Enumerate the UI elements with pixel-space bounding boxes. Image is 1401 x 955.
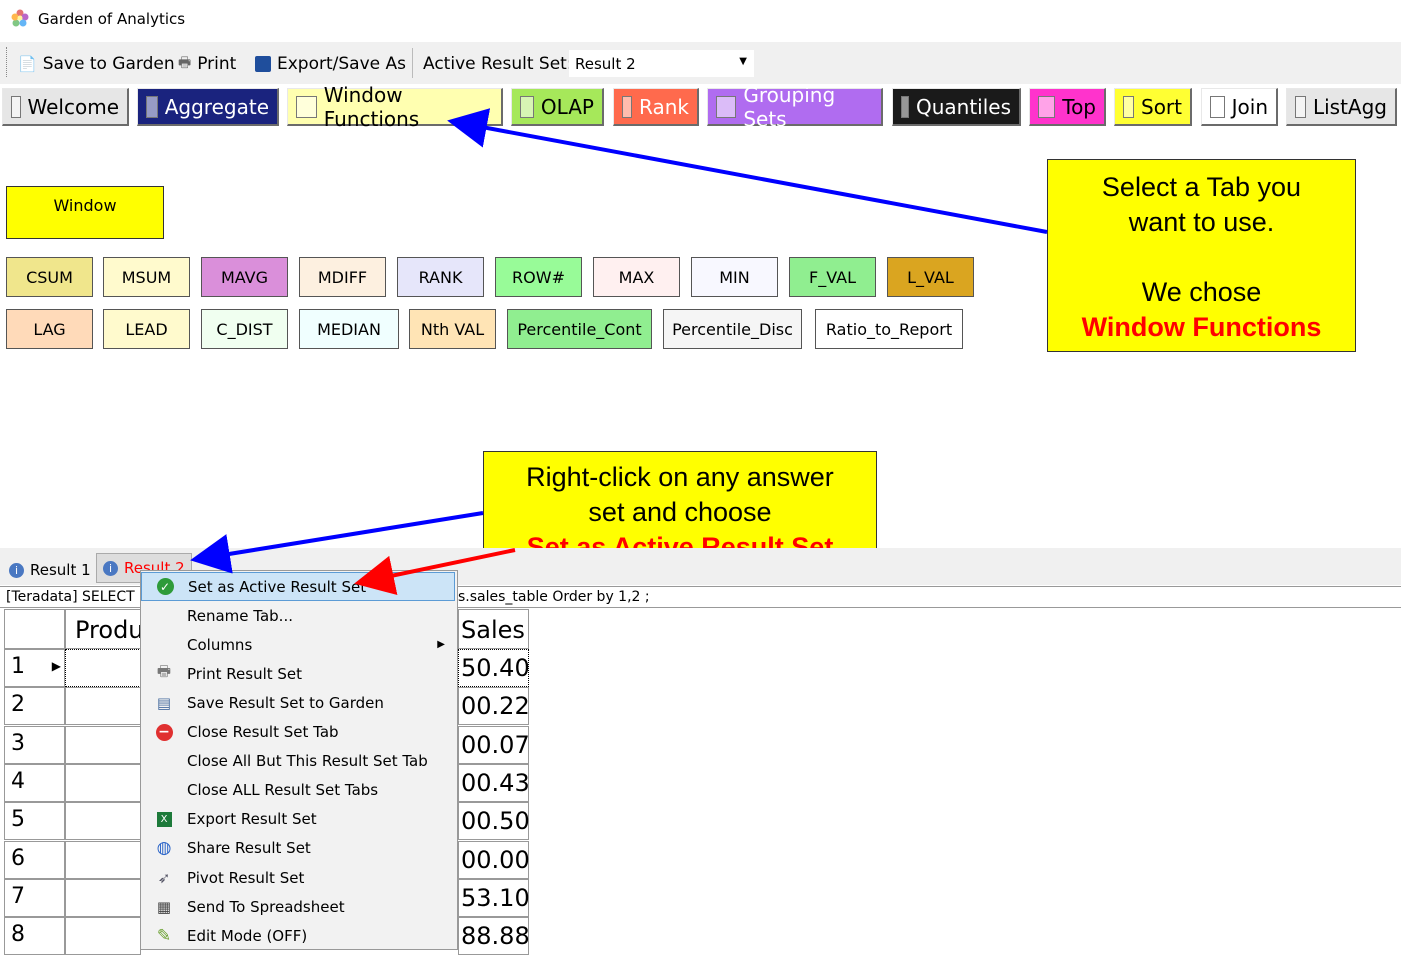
arrow-to-result-tab: [190, 511, 484, 574]
annotation-arrows: [190, 108, 1048, 596]
arrow-to-menu-item: [354, 548, 516, 596]
arrow-to-window-tab: [447, 108, 1048, 234]
